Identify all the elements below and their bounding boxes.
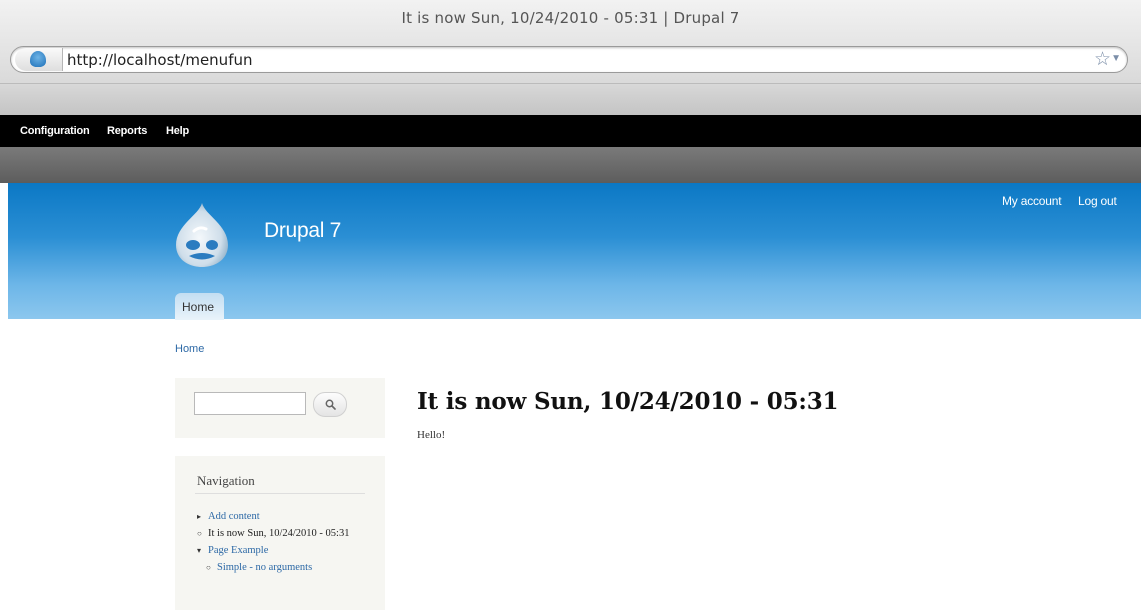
breadcrumb[interactable]: Home [175,343,204,355]
navigation-block: Navigation ▸ Add content ○ It is now Sun… [175,456,385,610]
drupal-logo-icon[interactable] [172,201,232,269]
log-out-link[interactable]: Log out [1078,194,1117,208]
bookmark-star-icon[interactable]: ☆ [1094,48,1111,71]
admin-toolbar: Configuration Reports Help [0,115,1141,147]
toolbar-item-reports[interactable]: Reports [107,125,147,137]
site-favicon-icon[interactable] [15,48,63,71]
shortcuts-bar [0,147,1141,183]
page-body-text: Hello! [417,429,446,441]
tab-home[interactable]: Home [175,293,224,320]
search-input[interactable] [194,392,306,415]
site-header: My account Log out Drupal 7 Home [8,183,1141,320]
expanded-arrow-icon: ▾ [197,546,202,555]
nav-link-add-content[interactable]: Add content [208,511,260,522]
list-item: ○ It is now Sun, 10/24/2010 - 05:31 [197,527,372,540]
leaf-bullet-icon: ○ [197,529,202,538]
navigation-title: Navigation [197,473,255,488]
toolbar-item-configuration[interactable]: Configuration [20,125,90,137]
browser-toolbar-strip [0,83,1141,115]
url-text[interactable]: http://localhost/menufun [67,51,253,69]
my-account-link[interactable]: My account [1002,194,1062,208]
search-button[interactable] [313,392,347,417]
url-bar[interactable]: http://localhost/menufun ☆ ▼ [10,46,1128,73]
navigation-list: ▸ Add content ○ It is now Sun, 10/24/201… [197,510,372,578]
collapsed-arrow-icon: ▸ [197,512,202,521]
navigation-divider [195,493,365,494]
browser-window-chrome: It is now Sun, 10/24/2010 - 05:31 | Drup… [0,0,1141,115]
list-item: ▾ Page Example [197,544,372,557]
list-item: ▸ Add content [197,510,372,523]
nav-link-page-example[interactable]: Page Example [208,545,268,556]
search-icon [325,399,336,410]
nav-link-current-time[interactable]: It is now Sun, 10/24/2010 - 05:31 [208,528,349,539]
toolbar-item-help[interactable]: Help [166,125,189,137]
window-title: It is now Sun, 10/24/2010 - 05:31 | Drup… [401,9,740,27]
search-block [175,378,385,438]
list-item: ○ Simple - no arguments [206,561,372,574]
site-name[interactable]: Drupal 7 [264,219,341,243]
url-dropdown-icon[interactable]: ▼ [1111,53,1121,64]
leaf-bullet-icon: ○ [206,563,211,572]
page-title: It is now Sun, 10/24/2010 - 05:31 [417,388,839,415]
nav-link-simple-no-arguments[interactable]: Simple - no arguments [217,562,312,573]
